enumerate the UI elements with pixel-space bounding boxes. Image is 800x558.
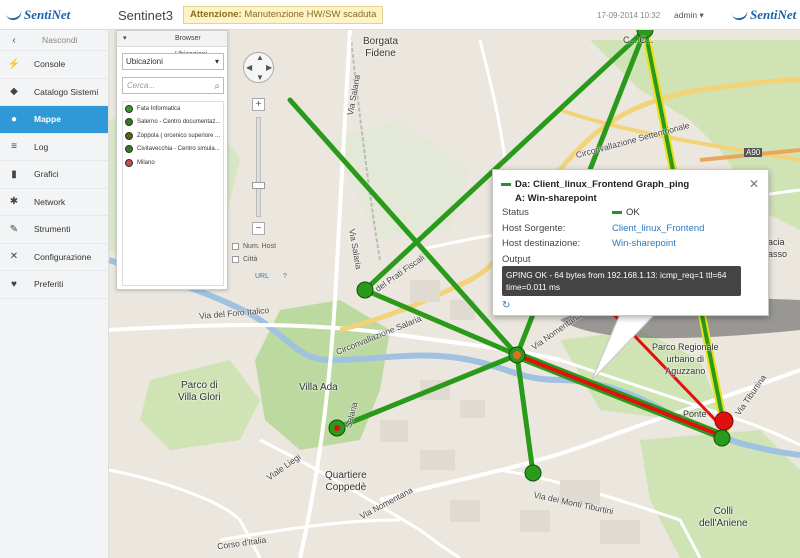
num-host-checkbox[interactable]: Num. Host [232,243,276,250]
caret-down-icon: ▾ [214,57,219,66]
location-browser-panel: ▾ Browser Ubicazioni Ubicazioni ▾ Cerca.… [116,30,228,290]
list-item[interactable]: Fata Informatica [123,102,223,116]
top-bar: SentiNet Sentinet3 Attenzione: Manutenzi… [0,0,800,30]
host-dst-link[interactable]: Win-sharepoint [612,238,676,249]
list-item[interactable]: Civitavecchia - Centro simula... [123,143,223,157]
label-villa-ada: Villa Ada [299,382,338,393]
bar-chart-icon: ▮ [11,168,17,180]
pan-right-icon[interactable]: ▶ [266,63,272,72]
app-title: Sentinet3 [118,8,173,23]
status-dot-icon [125,131,133,140]
user-menu[interactable]: admin ▾ [674,10,704,21]
label-parco-aguzzano: Parco Regionale urbano di Aguzzano [652,342,719,376]
location-search-input[interactable]: Cerca... ⌕ [122,77,224,94]
location-list: Fata Informatica Salerno - Centro docume… [122,101,224,286]
pan-down-icon[interactable]: ▼ [256,73,264,82]
collapse-arrow-icon[interactable]: ▾ [123,35,127,42]
ok-status-icon [612,210,622,214]
close-icon[interactable]: ✕ [749,177,759,191]
sidebar-hide[interactable]: ‹ Nascondi [0,30,108,51]
status-dot-icon [125,158,133,167]
zoom-out-button[interactable]: − [252,222,265,235]
pan-control[interactable]: ▲ ▼ ◀ ▶ [243,52,274,83]
link-info-popup: Da: Client_linux_Frontend Graph_ping A: … [492,169,769,316]
wrench-icon: ✎ [9,223,19,235]
sidebar-item-configurazione[interactable]: ✕ Configurazione [0,244,108,271]
map-controls: ▲ ▼ ◀ ▶ + − Num. Host Città URL? [228,30,288,290]
globe-icon: ● [10,113,18,125]
pan-left-icon[interactable]: ◀ [246,63,252,72]
label-borgata-fidene: Borgata Fidene [363,36,399,59]
label-ponte: Ponte [683,409,707,419]
browser-header[interactable]: ▾ Browser Ubicazioni [117,31,227,58]
citta-checkbox[interactable]: Città [232,256,257,263]
console-icon: ⚡ [7,58,21,70]
history-icon[interactable]: ↻ [502,300,510,311]
sidebar-item-catalogo-sistemi[interactable]: ◆ Catalogo Sistemi [0,79,108,106]
host-src-link[interactable]: Client_linux_Frontend [612,223,704,234]
label-villa-glori: Parco di Villa Glori [178,380,221,403]
status-value: OK [612,207,640,218]
search-icon: ⌕ [214,81,220,92]
zoom-slider-handle[interactable] [252,182,265,189]
sentinet-logo-right: SentiNet [730,4,796,26]
sidebar-item-mappe[interactable]: ● Mappe [0,106,108,134]
zoom-in-button[interactable]: + [252,98,265,111]
sentinet-logo[interactable]: SentiNet [4,4,70,26]
list-item[interactable]: Milano [123,156,223,170]
sidebar: ‹ Nascondi ⚡ Console ◆ Catalogo Sistemi … [0,30,109,558]
network-icon: ✱ [9,196,19,208]
label-colli-aniene: Colli dell'Aniene [699,506,748,529]
maintenance-alert[interactable]: Attenzione: Manutenzione HW/SW scaduta [183,6,384,24]
pan-up-icon[interactable]: ▲ [256,53,264,62]
caret-down-icon: ▾ [699,10,704,20]
help-icon[interactable]: ? [283,273,287,280]
status-dot-icon [125,118,133,127]
output-label: Output [502,254,531,265]
ok-status-icon [501,182,511,186]
popup-title: Da: Client_linux_Frontend Graph_ping A: … [501,178,689,206]
host-src-label: Host Sorgente: [502,223,566,234]
zoom-slider-track[interactable] [256,117,261,217]
sidebar-item-network[interactable]: ✱ Network [0,189,108,216]
sidebar-item-preferiti[interactable]: ♥ Preferiti [0,271,108,299]
label-c-c: C... C... [623,35,654,45]
url-link[interactable]: URL? [255,273,287,280]
sidebar-item-strumenti[interactable]: ✎ Strumenti [0,216,108,244]
label-coppede: Quartiere Coppedè [325,470,367,493]
road-a90-badge: A90 [744,148,763,157]
sidebar-item-console[interactable]: ⚡ Console [0,51,108,79]
output-text: GPING OK - 64 bytes from 192.168.1.13: i… [502,266,741,296]
location-type-select[interactable]: Ubicazioni ▾ [122,53,224,70]
list-item[interactable]: Zoppola ( orcenico superiore ... [123,129,223,143]
tag-icon: ◆ [10,86,18,98]
list-item[interactable]: Salerno - Centro documentaz... [123,116,223,130]
sidebar-item-grafici[interactable]: ▮ Grafici [0,161,108,189]
sidebar-item-log[interactable]: ≡ Log [0,134,108,161]
status-label: Status [502,207,529,218]
host-dst-label: Host destinazione: [502,238,581,249]
heart-icon: ♥ [11,278,17,290]
tools-icon: ✕ [9,251,19,263]
datetime: 17-09-2014 10:32 [597,11,661,20]
status-dot-icon [125,145,133,154]
status-dot-icon [125,104,133,113]
chevron-left-icon: ‹ [12,34,16,46]
list-icon: ≡ [11,141,17,153]
